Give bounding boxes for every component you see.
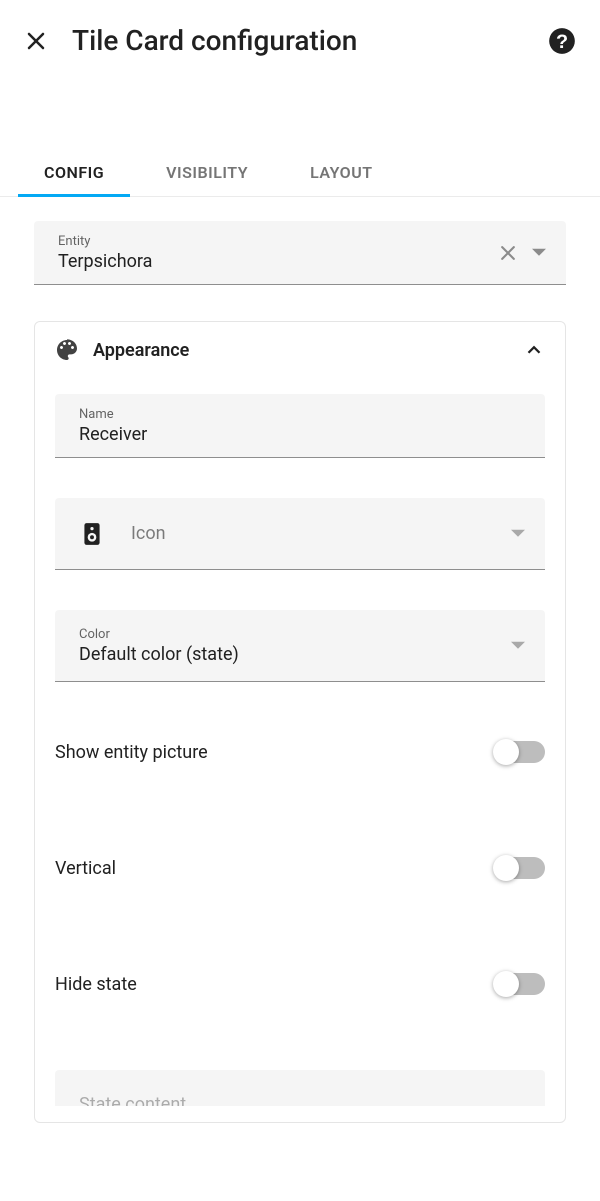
- show-entity-picture-toggle[interactable]: [493, 738, 545, 766]
- vertical-row: Vertical: [55, 838, 545, 898]
- palette-icon: [55, 338, 79, 362]
- vertical-label: Vertical: [55, 858, 116, 879]
- color-field-inner: Color Default color (state): [79, 627, 511, 665]
- entity-field-inner: Entity Terpsichora: [58, 234, 498, 272]
- name-field[interactable]: Name Receiver: [55, 394, 545, 458]
- config-content: Entity Terpsichora Appearance: [0, 197, 600, 1147]
- speaker-icon: [79, 521, 105, 547]
- tab-config[interactable]: CONFIG: [34, 149, 114, 196]
- state-content-field[interactable]: State content: [55, 1070, 545, 1106]
- entity-value: Terpsichora: [58, 251, 498, 272]
- icon-field[interactable]: Icon: [55, 498, 545, 570]
- help-button[interactable]: ?: [548, 27, 576, 55]
- chevron-down-icon: [532, 246, 546, 260]
- close-icon: [498, 243, 518, 263]
- entity-label: Entity: [58, 234, 498, 249]
- chevron-down-icon: [511, 527, 525, 541]
- appearance-header[interactable]: Appearance: [35, 322, 565, 378]
- icon-actions: [511, 527, 525, 541]
- entity-actions: [498, 243, 546, 263]
- appearance-title: Appearance: [93, 340, 509, 361]
- show-entity-picture-row: Show entity picture: [55, 722, 545, 782]
- color-field[interactable]: Color Default color (state): [55, 610, 545, 682]
- hide-state-row: Hide state: [55, 954, 545, 1014]
- vertical-toggle[interactable]: [493, 854, 545, 882]
- svg-text:?: ?: [556, 31, 568, 53]
- tab-bar: CONFIG VISIBILITY LAYOUT: [0, 149, 600, 197]
- icon-placeholder: Icon: [131, 523, 511, 544]
- chevron-up-icon: [523, 339, 545, 361]
- chevron-down-icon: [511, 639, 525, 653]
- toggle-thumb: [493, 971, 519, 997]
- color-label: Color: [79, 627, 511, 642]
- dialog-header: Tile Card configuration ?: [0, 0, 600, 69]
- appearance-panel: Appearance Name Receiver: [34, 321, 566, 1123]
- toggle-thumb: [493, 855, 519, 881]
- icon-preview: [79, 521, 119, 547]
- toggle-thumb: [493, 739, 519, 765]
- icon-field-inner: Icon: [131, 523, 511, 544]
- appearance-body: Name Receiver: [35, 378, 565, 1122]
- name-field-inner: Name Receiver: [79, 407, 525, 445]
- show-entity-picture-label: Show entity picture: [55, 742, 208, 763]
- color-value: Default color (state): [79, 644, 511, 665]
- dialog-title: Tile Card configuration: [72, 24, 524, 57]
- color-actions: [511, 639, 525, 653]
- close-icon: [24, 29, 48, 53]
- tab-layout[interactable]: LAYOUT: [300, 149, 383, 196]
- name-label: Name: [79, 407, 525, 422]
- entity-clear-button[interactable]: [498, 243, 518, 263]
- entity-dropdown-button[interactable]: [532, 246, 546, 260]
- close-button[interactable]: [24, 29, 48, 53]
- name-value: Receiver: [79, 424, 525, 445]
- tab-visibility[interactable]: VISIBILITY: [156, 149, 258, 196]
- hide-state-toggle[interactable]: [493, 970, 545, 998]
- hide-state-label: Hide state: [55, 974, 137, 995]
- color-dropdown-button[interactable]: [511, 639, 525, 653]
- help-icon: ?: [548, 27, 576, 55]
- state-content-label: State content: [79, 1094, 521, 1106]
- entity-field[interactable]: Entity Terpsichora: [34, 221, 566, 285]
- icon-dropdown-button[interactable]: [511, 527, 525, 541]
